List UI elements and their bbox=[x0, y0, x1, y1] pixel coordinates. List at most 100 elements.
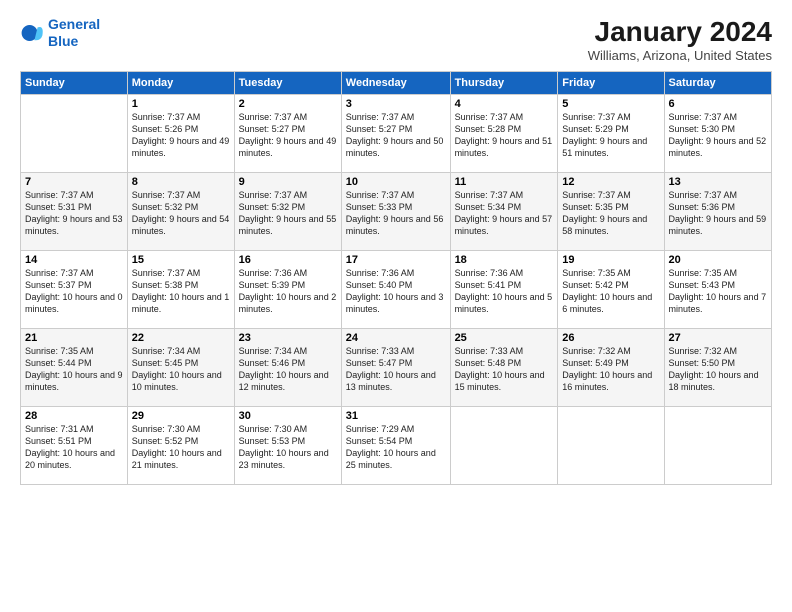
day-cell bbox=[664, 407, 771, 485]
col-header-thursday: Thursday bbox=[450, 72, 558, 95]
day-cell: 25Sunrise: 7:33 AM Sunset: 5:48 PM Dayli… bbox=[450, 329, 558, 407]
day-number: 4 bbox=[455, 98, 554, 110]
day-info: Sunrise: 7:36 AM Sunset: 5:41 PM Dayligh… bbox=[455, 267, 554, 316]
day-info: Sunrise: 7:37 AM Sunset: 5:27 PM Dayligh… bbox=[346, 111, 446, 160]
day-info: Sunrise: 7:37 AM Sunset: 5:30 PM Dayligh… bbox=[669, 111, 767, 160]
day-number: 22 bbox=[132, 332, 230, 344]
page: General Blue January 2024 Williams, Ariz… bbox=[0, 0, 792, 612]
day-cell: 12Sunrise: 7:37 AM Sunset: 5:35 PM Dayli… bbox=[558, 173, 664, 251]
day-cell: 17Sunrise: 7:36 AM Sunset: 5:40 PM Dayli… bbox=[341, 251, 450, 329]
logo-line2: Blue bbox=[48, 33, 78, 49]
day-number: 5 bbox=[562, 98, 659, 110]
day-cell: 19Sunrise: 7:35 AM Sunset: 5:42 PM Dayli… bbox=[558, 251, 664, 329]
day-number: 7 bbox=[25, 176, 123, 188]
day-cell: 30Sunrise: 7:30 AM Sunset: 5:53 PM Dayli… bbox=[234, 407, 341, 485]
col-header-sunday: Sunday bbox=[21, 72, 128, 95]
day-number: 18 bbox=[455, 254, 554, 266]
day-number: 25 bbox=[455, 332, 554, 344]
day-cell: 16Sunrise: 7:36 AM Sunset: 5:39 PM Dayli… bbox=[234, 251, 341, 329]
day-info: Sunrise: 7:35 AM Sunset: 5:43 PM Dayligh… bbox=[669, 267, 767, 316]
logo-icon bbox=[20, 21, 44, 45]
day-number: 27 bbox=[669, 332, 767, 344]
day-number: 14 bbox=[25, 254, 123, 266]
day-info: Sunrise: 7:35 AM Sunset: 5:42 PM Dayligh… bbox=[562, 267, 659, 316]
day-number: 8 bbox=[132, 176, 230, 188]
day-number: 6 bbox=[669, 98, 767, 110]
day-cell: 31Sunrise: 7:29 AM Sunset: 5:54 PM Dayli… bbox=[341, 407, 450, 485]
day-cell: 15Sunrise: 7:37 AM Sunset: 5:38 PM Dayli… bbox=[127, 251, 234, 329]
col-header-wednesday: Wednesday bbox=[341, 72, 450, 95]
day-cell: 9Sunrise: 7:37 AM Sunset: 5:32 PM Daylig… bbox=[234, 173, 341, 251]
day-number: 9 bbox=[239, 176, 337, 188]
title-block: January 2024 Williams, Arizona, United S… bbox=[588, 16, 772, 63]
day-info: Sunrise: 7:33 AM Sunset: 5:48 PM Dayligh… bbox=[455, 345, 554, 394]
day-info: Sunrise: 7:37 AM Sunset: 5:35 PM Dayligh… bbox=[562, 189, 659, 238]
logo-line1: General bbox=[48, 16, 100, 32]
calendar-table: SundayMondayTuesdayWednesdayThursdayFrid… bbox=[20, 71, 772, 485]
day-number: 28 bbox=[25, 410, 123, 422]
day-info: Sunrise: 7:37 AM Sunset: 5:31 PM Dayligh… bbox=[25, 189, 123, 238]
day-info: Sunrise: 7:37 AM Sunset: 5:34 PM Dayligh… bbox=[455, 189, 554, 238]
location: Williams, Arizona, United States bbox=[588, 48, 772, 63]
day-cell: 8Sunrise: 7:37 AM Sunset: 5:32 PM Daylig… bbox=[127, 173, 234, 251]
day-cell: 27Sunrise: 7:32 AM Sunset: 5:50 PM Dayli… bbox=[664, 329, 771, 407]
week-row-5: 28Sunrise: 7:31 AM Sunset: 5:51 PM Dayli… bbox=[21, 407, 772, 485]
day-info: Sunrise: 7:37 AM Sunset: 5:29 PM Dayligh… bbox=[562, 111, 659, 160]
day-cell: 2Sunrise: 7:37 AM Sunset: 5:27 PM Daylig… bbox=[234, 95, 341, 173]
day-info: Sunrise: 7:32 AM Sunset: 5:50 PM Dayligh… bbox=[669, 345, 767, 394]
day-cell: 5Sunrise: 7:37 AM Sunset: 5:29 PM Daylig… bbox=[558, 95, 664, 173]
day-cell: 29Sunrise: 7:30 AM Sunset: 5:52 PM Dayli… bbox=[127, 407, 234, 485]
week-row-4: 21Sunrise: 7:35 AM Sunset: 5:44 PM Dayli… bbox=[21, 329, 772, 407]
day-number: 16 bbox=[239, 254, 337, 266]
day-cell bbox=[558, 407, 664, 485]
day-info: Sunrise: 7:34 AM Sunset: 5:45 PM Dayligh… bbox=[132, 345, 230, 394]
col-header-tuesday: Tuesday bbox=[234, 72, 341, 95]
day-info: Sunrise: 7:36 AM Sunset: 5:39 PM Dayligh… bbox=[239, 267, 337, 316]
day-number: 31 bbox=[346, 410, 446, 422]
day-info: Sunrise: 7:34 AM Sunset: 5:46 PM Dayligh… bbox=[239, 345, 337, 394]
day-info: Sunrise: 7:32 AM Sunset: 5:49 PM Dayligh… bbox=[562, 345, 659, 394]
day-number: 26 bbox=[562, 332, 659, 344]
day-number: 21 bbox=[25, 332, 123, 344]
day-cell: 24Sunrise: 7:33 AM Sunset: 5:47 PM Dayli… bbox=[341, 329, 450, 407]
day-cell: 3Sunrise: 7:37 AM Sunset: 5:27 PM Daylig… bbox=[341, 95, 450, 173]
header: General Blue January 2024 Williams, Ariz… bbox=[20, 16, 772, 63]
day-info: Sunrise: 7:30 AM Sunset: 5:53 PM Dayligh… bbox=[239, 423, 337, 472]
day-number: 20 bbox=[669, 254, 767, 266]
week-row-2: 7Sunrise: 7:37 AM Sunset: 5:31 PM Daylig… bbox=[21, 173, 772, 251]
day-number: 11 bbox=[455, 176, 554, 188]
day-cell: 14Sunrise: 7:37 AM Sunset: 5:37 PM Dayli… bbox=[21, 251, 128, 329]
day-info: Sunrise: 7:31 AM Sunset: 5:51 PM Dayligh… bbox=[25, 423, 123, 472]
day-cell: 28Sunrise: 7:31 AM Sunset: 5:51 PM Dayli… bbox=[21, 407, 128, 485]
col-header-friday: Friday bbox=[558, 72, 664, 95]
day-info: Sunrise: 7:37 AM Sunset: 5:28 PM Dayligh… bbox=[455, 111, 554, 160]
day-number: 2 bbox=[239, 98, 337, 110]
day-info: Sunrise: 7:37 AM Sunset: 5:27 PM Dayligh… bbox=[239, 111, 337, 160]
day-info: Sunrise: 7:29 AM Sunset: 5:54 PM Dayligh… bbox=[346, 423, 446, 472]
week-row-3: 14Sunrise: 7:37 AM Sunset: 5:37 PM Dayli… bbox=[21, 251, 772, 329]
week-row-1: 1Sunrise: 7:37 AM Sunset: 5:26 PM Daylig… bbox=[21, 95, 772, 173]
day-info: Sunrise: 7:35 AM Sunset: 5:44 PM Dayligh… bbox=[25, 345, 123, 394]
day-info: Sunrise: 7:33 AM Sunset: 5:47 PM Dayligh… bbox=[346, 345, 446, 394]
day-cell: 4Sunrise: 7:37 AM Sunset: 5:28 PM Daylig… bbox=[450, 95, 558, 173]
day-cell: 23Sunrise: 7:34 AM Sunset: 5:46 PM Dayli… bbox=[234, 329, 341, 407]
day-cell: 13Sunrise: 7:37 AM Sunset: 5:36 PM Dayli… bbox=[664, 173, 771, 251]
logo: General Blue bbox=[20, 16, 100, 50]
logo-text: General Blue bbox=[48, 16, 100, 50]
day-number: 3 bbox=[346, 98, 446, 110]
col-header-saturday: Saturday bbox=[664, 72, 771, 95]
day-info: Sunrise: 7:37 AM Sunset: 5:38 PM Dayligh… bbox=[132, 267, 230, 316]
day-cell: 11Sunrise: 7:37 AM Sunset: 5:34 PM Dayli… bbox=[450, 173, 558, 251]
day-cell: 21Sunrise: 7:35 AM Sunset: 5:44 PM Dayli… bbox=[21, 329, 128, 407]
month-title: January 2024 bbox=[588, 16, 772, 48]
day-number: 24 bbox=[346, 332, 446, 344]
header-row: SundayMondayTuesdayWednesdayThursdayFrid… bbox=[21, 72, 772, 95]
day-number: 17 bbox=[346, 254, 446, 266]
day-cell: 18Sunrise: 7:36 AM Sunset: 5:41 PM Dayli… bbox=[450, 251, 558, 329]
day-number: 30 bbox=[239, 410, 337, 422]
day-cell: 26Sunrise: 7:32 AM Sunset: 5:49 PM Dayli… bbox=[558, 329, 664, 407]
day-number: 10 bbox=[346, 176, 446, 188]
day-number: 1 bbox=[132, 98, 230, 110]
day-cell: 22Sunrise: 7:34 AM Sunset: 5:45 PM Dayli… bbox=[127, 329, 234, 407]
day-info: Sunrise: 7:37 AM Sunset: 5:32 PM Dayligh… bbox=[132, 189, 230, 238]
